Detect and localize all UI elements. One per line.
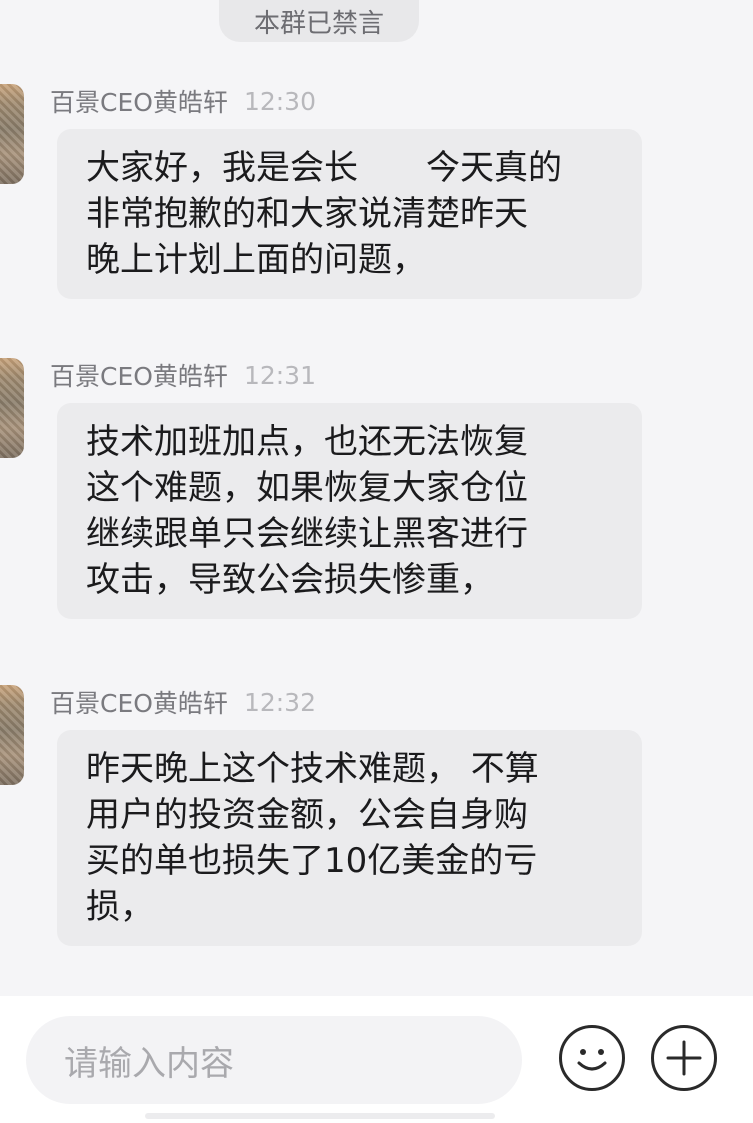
plus-icon — [666, 1040, 702, 1076]
input-placeholder: 请输入内容 — [64, 1043, 234, 1084]
input-bar: 请输入内容 — [0, 996, 753, 1123]
message-line: 昨天晚上这个技术难题， 不算 — [86, 749, 539, 789]
mute-notice: 本群已禁言 — [219, 0, 419, 42]
message-meta: 百景CEO黄皓轩 12:32 — [50, 685, 316, 719]
message-bubble[interactable]: 大家好，我是会长 今天真的 非常抱歉的和大家说清楚昨天 晚上计划上面的问题， — [57, 129, 642, 299]
message-bubble[interactable]: 技术加班加点，也还无法恢复 这个难题，如果恢复大家仓位 继续跟单只会继续让黑客进… — [57, 403, 642, 619]
message-line: 大家好，我是会长 今天真的 — [86, 148, 562, 188]
message-input[interactable]: 请输入内容 — [26, 1016, 522, 1104]
message-time: 12:30 — [243, 86, 316, 116]
avatar[interactable] — [0, 358, 24, 458]
avatar[interactable] — [0, 685, 24, 785]
avatar[interactable] — [0, 84, 24, 184]
sender-name: 百景CEO黄皓轩 — [50, 689, 228, 718]
message-meta: 百景CEO黄皓轩 12:31 — [50, 358, 316, 392]
message-time: 12:32 — [243, 687, 316, 717]
message-meta: 百景CEO黄皓轩 12:30 — [50, 84, 316, 118]
message-line: 这个难题，如果恢复大家仓位 — [86, 468, 528, 508]
message-line: 损， — [86, 887, 154, 927]
home-indicator — [145, 1113, 495, 1119]
emoji-smile-icon — [577, 1049, 607, 1071]
message-line: 用户的投资金额，公会自身购 — [86, 795, 528, 835]
sender-name: 百景CEO黄皓轩 — [50, 362, 228, 391]
message-line: 技术加班加点，也还无法恢复 — [86, 422, 528, 462]
message-time: 12:31 — [243, 360, 316, 390]
message-line: 继续跟单只会继续让黑客进行 — [86, 514, 528, 554]
message-bubble[interactable]: 昨天晚上这个技术难题， 不算 用户的投资金额，公会自身购 买的单也损失了10亿美… — [57, 730, 642, 946]
message-line: 买的单也损失了10亿美金的亏 — [86, 841, 538, 881]
emoji-button[interactable] — [559, 1025, 625, 1091]
message-line: 晚上计划上面的问题， — [86, 240, 426, 280]
add-button[interactable] — [651, 1025, 717, 1091]
message-line: 攻击，导致公会损失惨重， — [86, 560, 494, 600]
sender-name: 百景CEO黄皓轩 — [50, 88, 228, 117]
message-line: 非常抱歉的和大家说清楚昨天 — [86, 194, 528, 234]
